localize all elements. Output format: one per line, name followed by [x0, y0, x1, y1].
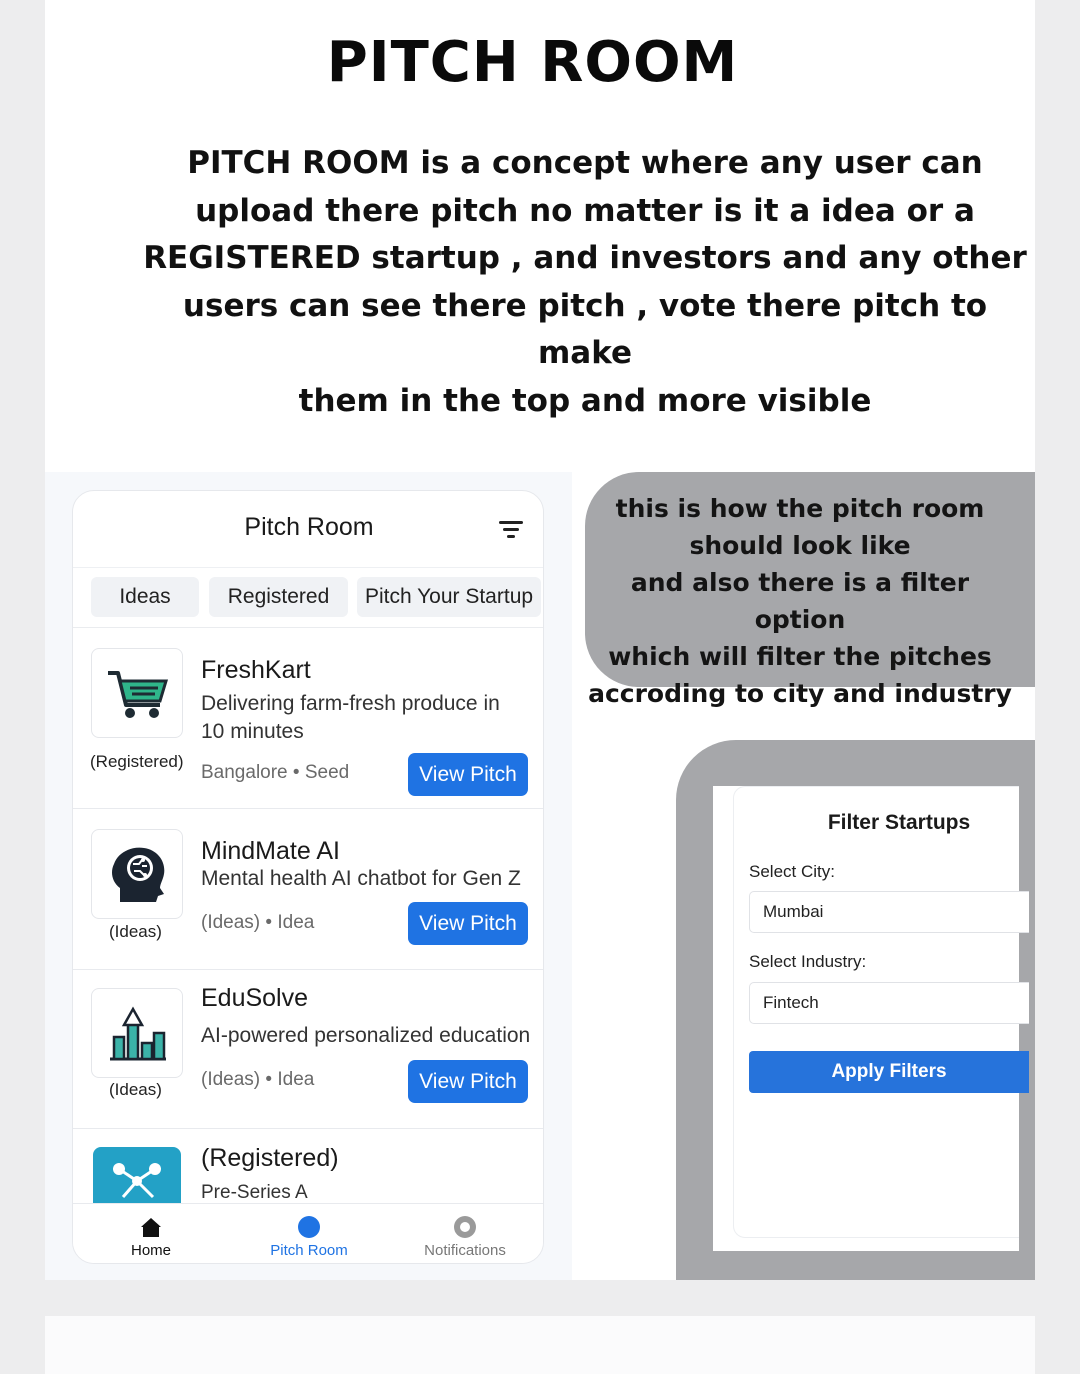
nav-notifications[interactable]: Notifications	[395, 1204, 535, 1263]
startup-description: Mental health AI chatbot for Gen Z	[201, 865, 531, 893]
startup-description: Delivering farm-fresh produce in 10 minu…	[201, 690, 531, 746]
divider	[73, 567, 543, 568]
intro-line: users can see there pitch , vote there p…	[182, 287, 988, 372]
intro-line: upload there pitch no matter is it a ide…	[195, 192, 975, 229]
intro-line: them in the top and more visible	[298, 382, 872, 419]
intro-line: REGISTERED startup , and investors and a…	[143, 240, 1027, 276]
city-label: Select City:	[749, 862, 835, 881]
list-item: (Registered) FreshKart Delivering farm-f…	[73, 628, 543, 808]
nav-label: Pitch Room	[270, 1242, 348, 1259]
description-line: Mental health AI chatbot for Gen Z	[201, 867, 521, 890]
poster-title: PITCH ROOM	[326, 30, 739, 95]
nav-label: Notifications	[424, 1242, 506, 1259]
tab-pitch-your-startup[interactable]: Pitch Your Startup	[357, 577, 541, 617]
description-line: 10 minutes	[201, 720, 304, 743]
startup-logo	[93, 1147, 181, 1203]
growth-chart-icon	[110, 1006, 166, 1061]
app-title: Pitch Room	[244, 513, 374, 541]
intro-text: PITCH ROOM is a concept where any user c…	[140, 140, 1030, 425]
nav-pitch-room[interactable]: Pitch Room	[239, 1204, 379, 1263]
startup-meta: Bangalore • Seed	[201, 762, 350, 783]
city-select[interactable]: Mumbai	[749, 891, 1029, 933]
view-pitch-button[interactable]: View Pitch	[408, 753, 528, 796]
startup-description: Pre-Series A	[201, 1179, 531, 1203]
startup-name: (Registered)	[201, 1144, 339, 1172]
startup-meta: (Ideas) • Idea	[201, 1069, 315, 1090]
shopping-cart-icon	[108, 671, 169, 718]
nav-home[interactable]: Home	[81, 1204, 221, 1263]
startup-name: MindMate AI	[201, 837, 340, 865]
card-tag: (Registered)	[90, 752, 184, 771]
tab-registered[interactable]: Registered	[209, 577, 348, 617]
next-sheet-edge	[45, 1316, 1035, 1374]
filter-title: Filter Startups	[827, 811, 971, 834]
nav-label: Home	[130, 1242, 171, 1259]
startup-description: AI-powered personalized education	[201, 1022, 541, 1050]
callout-line: which will filter the pitches	[608, 642, 992, 671]
startup-meta: (Ideas) • Idea	[201, 912, 315, 933]
filter-icon[interactable]	[499, 519, 525, 541]
callout-line: should look like	[689, 531, 911, 560]
startup-logo	[91, 648, 183, 738]
notification-circle-icon	[454, 1216, 476, 1238]
startup-logo	[91, 829, 183, 919]
description-line: AI-powered personalized education	[201, 1024, 531, 1047]
view-pitch-button[interactable]: View Pitch	[408, 1060, 528, 1103]
filter-panel: Filter Startups Select City: Mumbai Sele…	[733, 786, 1029, 1238]
tab-ideas[interactable]: Ideas	[91, 577, 199, 617]
explanation-callout: this is how the pitch room should look l…	[585, 472, 1035, 708]
list-item: (Registered) Pre-Series A	[73, 1129, 543, 1203]
startup-name: EduSolve	[201, 984, 309, 1012]
callout-text: this is how the pitch room should look l…	[585, 490, 1015, 712]
description-line: Delivering farm-fresh produce in	[201, 692, 500, 715]
ai-brain-head-icon	[112, 847, 165, 902]
list-item: (Ideas) MindMate AI Mental health AI cha…	[73, 809, 543, 969]
bottom-nav: Home Pitch Room Notifications	[73, 1203, 543, 1263]
startup-name: FreshKart	[201, 656, 311, 684]
home-icon	[141, 1218, 161, 1237]
pitch-room-dot-icon	[298, 1216, 320, 1238]
industry-select[interactable]: Fintech	[749, 982, 1029, 1024]
apply-filters-button[interactable]: Apply Filters	[749, 1051, 1029, 1093]
network-nodes-icon	[113, 1163, 161, 1199]
callout-line: and also there is a filter option	[630, 568, 970, 634]
view-pitch-button[interactable]: View Pitch	[408, 902, 528, 945]
card-tag: (Ideas)	[109, 922, 162, 941]
card-tag: (Ideas)	[109, 1080, 162, 1099]
startup-logo	[91, 988, 183, 1078]
pitch-room-screen: Pitch Room Ideas Registered Pitch Your S…	[72, 490, 544, 1264]
callout-line: accroding to city and industry	[588, 679, 1012, 708]
intro-line: PITCH ROOM is a concept where any user c…	[187, 145, 983, 181]
list-item: (Ideas) EduSolve AI-powered personalized…	[73, 970, 543, 1128]
description-line: Pre-Series A	[201, 1182, 308, 1203]
industry-label: Select Industry:	[749, 952, 867, 971]
callout-line: this is how the pitch room	[615, 494, 985, 523]
